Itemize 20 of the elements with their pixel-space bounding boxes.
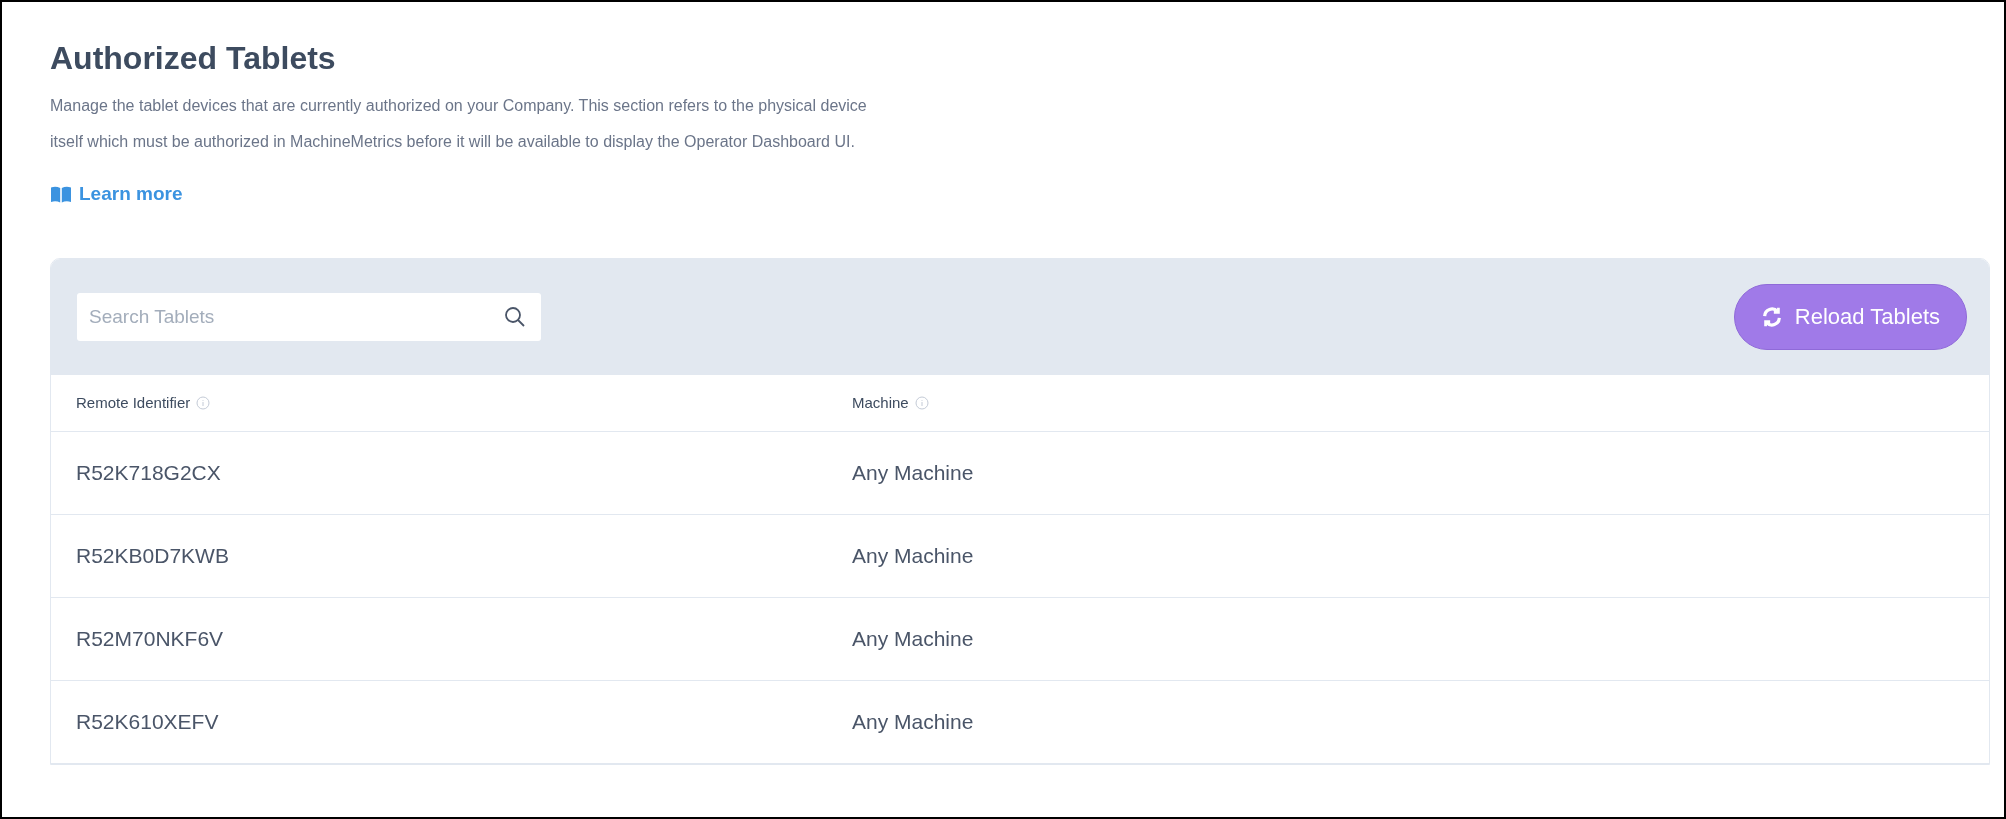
table-cell-text: R52K718G2CX <box>76 460 222 486</box>
search-icon <box>503 304 527 329</box>
refresh-icon <box>1760 305 1783 328</box>
column-header: Remote Identifier <box>76 392 191 413</box>
table-cell-text: R52M70NKF6V <box>76 626 225 652</box>
table-cell-text: Any Machine <box>852 460 975 486</box>
table-cell-text: Any Machine <box>852 626 975 652</box>
book-icon <box>50 185 72 203</box>
page-description: Manage the tablet devices that are currently authorized on your Company. This section refers to the physical device itself which must be authorized in MachineMetrics before it will be available to display the Operator Dashboard UI. <box>50 96 868 152</box>
table-cell-text: Any Machine <box>852 709 975 735</box>
learn-more-link[interactable]: Learn more <box>50 180 183 209</box>
page-title: Authorized Tablets <box>50 39 337 78</box>
info-icon <box>914 395 929 410</box>
table-cell-text: R52K610XEFV <box>76 709 220 735</box>
info-icon <box>196 395 211 410</box>
column-header: Machine <box>852 392 909 413</box>
table-cell-text: R52KB0D7KWB <box>76 543 230 569</box>
reload-tablets-button[interactable]: Reload Tablets <box>1733 283 1967 350</box>
table-cell-text: Any Machine <box>852 543 975 569</box>
search-field[interactable]: Search Tablets <box>77 292 541 341</box>
